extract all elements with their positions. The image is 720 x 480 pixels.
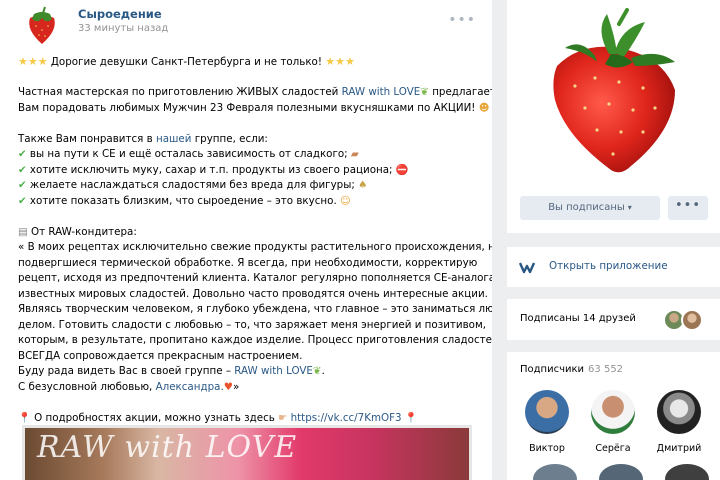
heart-icon: ♥ [223,380,233,393]
checkmark-icon: ✔ [18,179,27,191]
post-line: ✔ хотите исключить муку, сахар и т.п. пр… [18,163,409,176]
glasses-icon: ♠ [358,179,368,191]
our-group-link[interactable]: нашей [156,133,192,145]
leaf-icon: ❦ [312,365,322,377]
app-logo-icon [519,262,536,274]
star-icon: ★★★ [18,55,48,68]
member-item[interactable]: Серёга [583,390,643,460]
cake-icon: ▰ [350,148,359,160]
member-item[interactable]: Виктор [517,390,577,460]
post-line: « В моих рецептах исключительно свежие п… [18,241,492,253]
wall-post: Сыроедение 33 минуты назад ••• ★★★ Дорог… [0,0,492,480]
post-author[interactable]: Сыроедение [78,7,162,21]
no-entry-icon: ⛔ [395,163,409,176]
member-avatar[interactable] [533,464,577,480]
member-name[interactable]: Виктор [517,443,577,454]
post-line: ✔ желаете наслаждаться сладостями без вр… [18,179,368,191]
friends-subscribed-label[interactable]: Подписаны 14 друзей [520,313,636,324]
raw-with-love-link[interactable]: RAW with LOVE [234,365,313,377]
members-title[interactable]: Подписчики 63 552 [520,364,623,375]
post-more-icon[interactable]: ••• [448,12,476,28]
post-line: 📍 О подробностях акции, можно узнать зде… [18,411,418,424]
post-line: рецепт, исходя из предпочтений клиента. … [18,272,492,284]
subscribed-button[interactable]: Вы подписаны ▾ [520,196,660,220]
member-avatar[interactable] [525,390,569,434]
member-avatar[interactable] [657,390,701,434]
raw-with-love-link[interactable]: RAW with LOVE [342,86,421,98]
open-app-card[interactable]: Открыть приложение [507,247,720,287]
group-more-button[interactable]: ••• [668,196,708,220]
post-timestamp[interactable]: 33 минуты назад [78,23,168,34]
pointing-hand-icon: ☛ [278,411,288,424]
author-name-link[interactable]: Александра. [156,381,224,393]
strawberry-image[interactable] [535,8,695,180]
friends-subscribed-card[interactable]: Подписаны 14 друзей [507,299,720,340]
open-app-link[interactable]: Открыть приложение [549,260,668,272]
post-header: Сыроедение 33 минуты назад ••• [18,0,488,52]
post-line: Также Вам понравится в нашей группе, есл… [18,132,268,145]
post-image[interactable]: RAW with LOVE [22,425,472,480]
post-line: ✔ вы на пути к СЕ и ещё осталась зависим… [18,148,359,160]
pin-icon: 📍 [18,411,31,424]
strawberry-avatar[interactable] [20,4,64,48]
post-line: ВСЕГДА сопровождается прекрасным настрое… [18,349,303,362]
post-line: известных мировых сладостей. Довольно ча… [18,287,488,300]
post-line: Вам порадовать любимых Мужчин 23 Февраля… [18,101,490,114]
member-name[interactable]: Серёга [583,443,643,454]
post-line: подвергшиеся термической обработке. Я вс… [18,256,478,269]
chevron-down-icon: ▾ [627,203,632,212]
star-icon: ★★★ [325,55,355,68]
checkmark-icon: ✔ [18,163,27,176]
member-item[interactable]: Дмитрий [649,390,709,460]
friend-avatar[interactable] [681,309,703,331]
grin-icon: ☻ [478,101,490,114]
post-line: которым, в результате, пропитано каждое … [18,334,492,346]
group-cover-card: Вы подписаны ▾ ••• [507,0,720,233]
post-line: ✔ хотите показать близким, что сыроедени… [18,194,351,207]
members-count: 63 552 [588,364,624,375]
post-text: ★★★ Дорогие девушки Санкт-Петербурга и н… [18,54,492,426]
member-avatar[interactable] [665,464,709,480]
post-line: ★★★ Дорогие девушки Санкт-Петербурга и н… [18,55,355,68]
post-line: ▤ От RAW-кондитера: [18,225,137,238]
member-avatar[interactable] [591,390,635,434]
notepad-icon: ▤ [18,225,28,238]
post-line: С безусловной любовью, Александра.♥» [18,380,240,393]
post-line: Буду рада видеть Вас в своей группе – RA… [18,365,325,377]
checkmark-icon: ✔ [18,194,27,207]
checkmark-icon: ✔ [18,148,27,160]
post-line: Частная мастерская по приготовлению ЖИВЫ… [18,86,492,98]
member-avatar[interactable] [599,464,643,480]
post-image-caption: RAW with LOVE [37,430,298,465]
post-line: делом. Готовить сладости с любовью – то,… [18,318,486,331]
members-card: Подписчики 63 552 Виктор Серёга Дмитрий [507,352,720,480]
member-name[interactable]: Дмитрий [649,443,709,454]
smile-icon: ☺ [340,194,351,207]
promo-link[interactable]: https://vk.cc/7KmOF3 [291,412,402,424]
pin-icon: 📍 [404,411,418,424]
leaf-icon: ❦ [420,86,429,98]
post-line: Являясь творческим человеком, я глубоко … [18,303,492,315]
